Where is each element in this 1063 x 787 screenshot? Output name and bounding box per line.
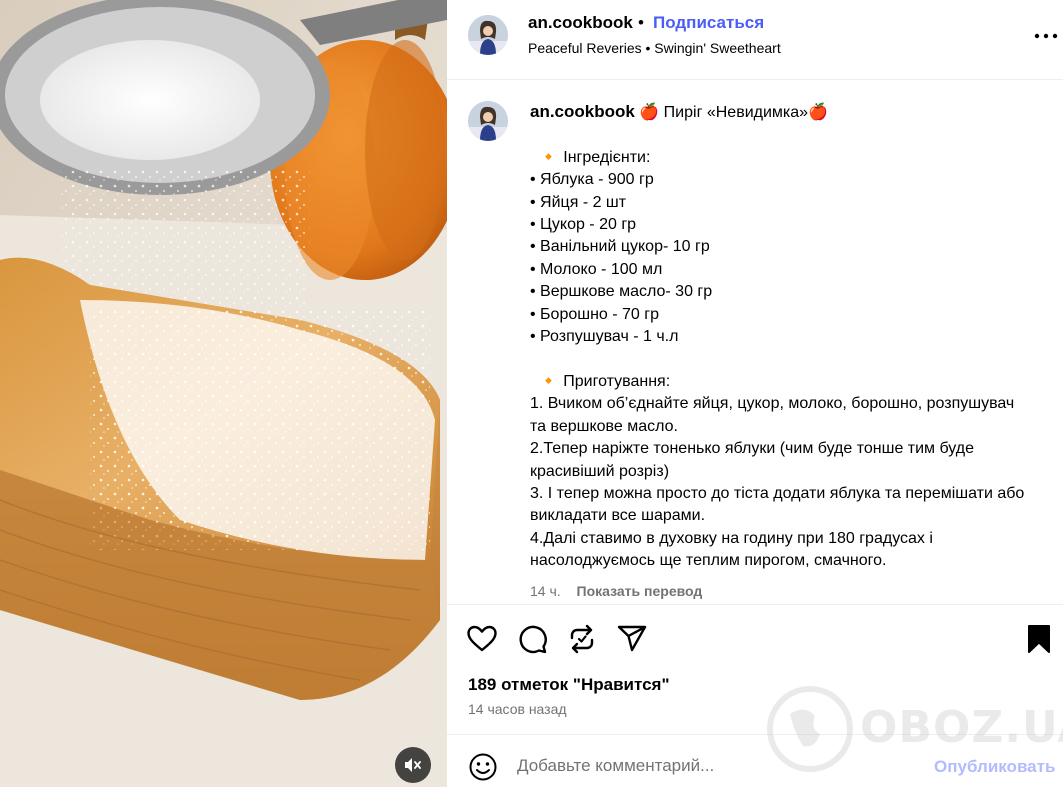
post-media[interactable] (0, 0, 447, 787)
comment-bubble-icon (519, 625, 547, 654)
apple-pie-photo (0, 0, 447, 787)
paper-plane-icon (617, 625, 647, 652)
comment-button[interactable] (516, 623, 548, 655)
emoji-button[interactable] (468, 752, 498, 782)
audio-track-link[interactable]: Peaceful Reveries • Swingin' Sweetheart (528, 40, 781, 56)
share-button[interactable] (616, 623, 648, 655)
post-timestamp[interactable]: 14 часов назад (468, 701, 567, 717)
separator-dot: • (638, 13, 644, 32)
avatar[interactable] (468, 15, 508, 55)
heart-icon (467, 625, 497, 652)
likes-count[interactable]: 189 отметок "Нравится" (468, 675, 670, 695)
emoji-smile-icon (469, 753, 497, 781)
profile-photo (468, 101, 508, 141)
save-button[interactable] (1023, 623, 1055, 655)
action-bar: 189 отметок "Нравится" 14 часов назад (447, 604, 1063, 734)
follow-button[interactable]: Подписаться (653, 13, 764, 33)
repost-icon (570, 624, 594, 654)
caption-avatar[interactable] (468, 101, 508, 141)
more-options-button[interactable] (1033, 26, 1059, 46)
comment-bar: Опубликовать (447, 734, 1063, 787)
caption-username[interactable]: an.cookbook (530, 102, 635, 121)
caption-body: 🍎 Пиріг «Невидимка»🍎 🔸 Інгредієнти: • Яб… (530, 104, 1025, 570)
repost-button[interactable] (566, 623, 598, 655)
profile-photo (468, 15, 508, 55)
username-link[interactable]: an.cookbook (528, 13, 633, 33)
post-side-panel: an.cookbook • Подписаться Peaceful Rever… (447, 0, 1063, 787)
bookmark-icon (1028, 625, 1050, 653)
comment-input[interactable] (517, 751, 917, 781)
show-translation-button[interactable]: Показать перевод (577, 583, 703, 599)
caption-age: 14 ч. (530, 583, 561, 599)
caption-meta: 14 ч. Показать перевод (530, 583, 702, 599)
post-header: an.cookbook • Подписаться Peaceful Rever… (447, 0, 1063, 80)
more-horizontal-icon (1034, 33, 1058, 39)
publish-button[interactable]: Опубликовать (934, 757, 1055, 777)
mute-button[interactable] (395, 747, 431, 783)
speaker-muted-icon (405, 758, 421, 772)
caption-text: an.cookbook 🍎 Пиріг «Невидимка»🍎 🔸 Інгре… (530, 101, 1030, 573)
like-button[interactable] (466, 623, 498, 655)
caption-section: an.cookbook 🍎 Пиріг «Невидимка»🍎 🔸 Інгре… (447, 81, 1063, 604)
